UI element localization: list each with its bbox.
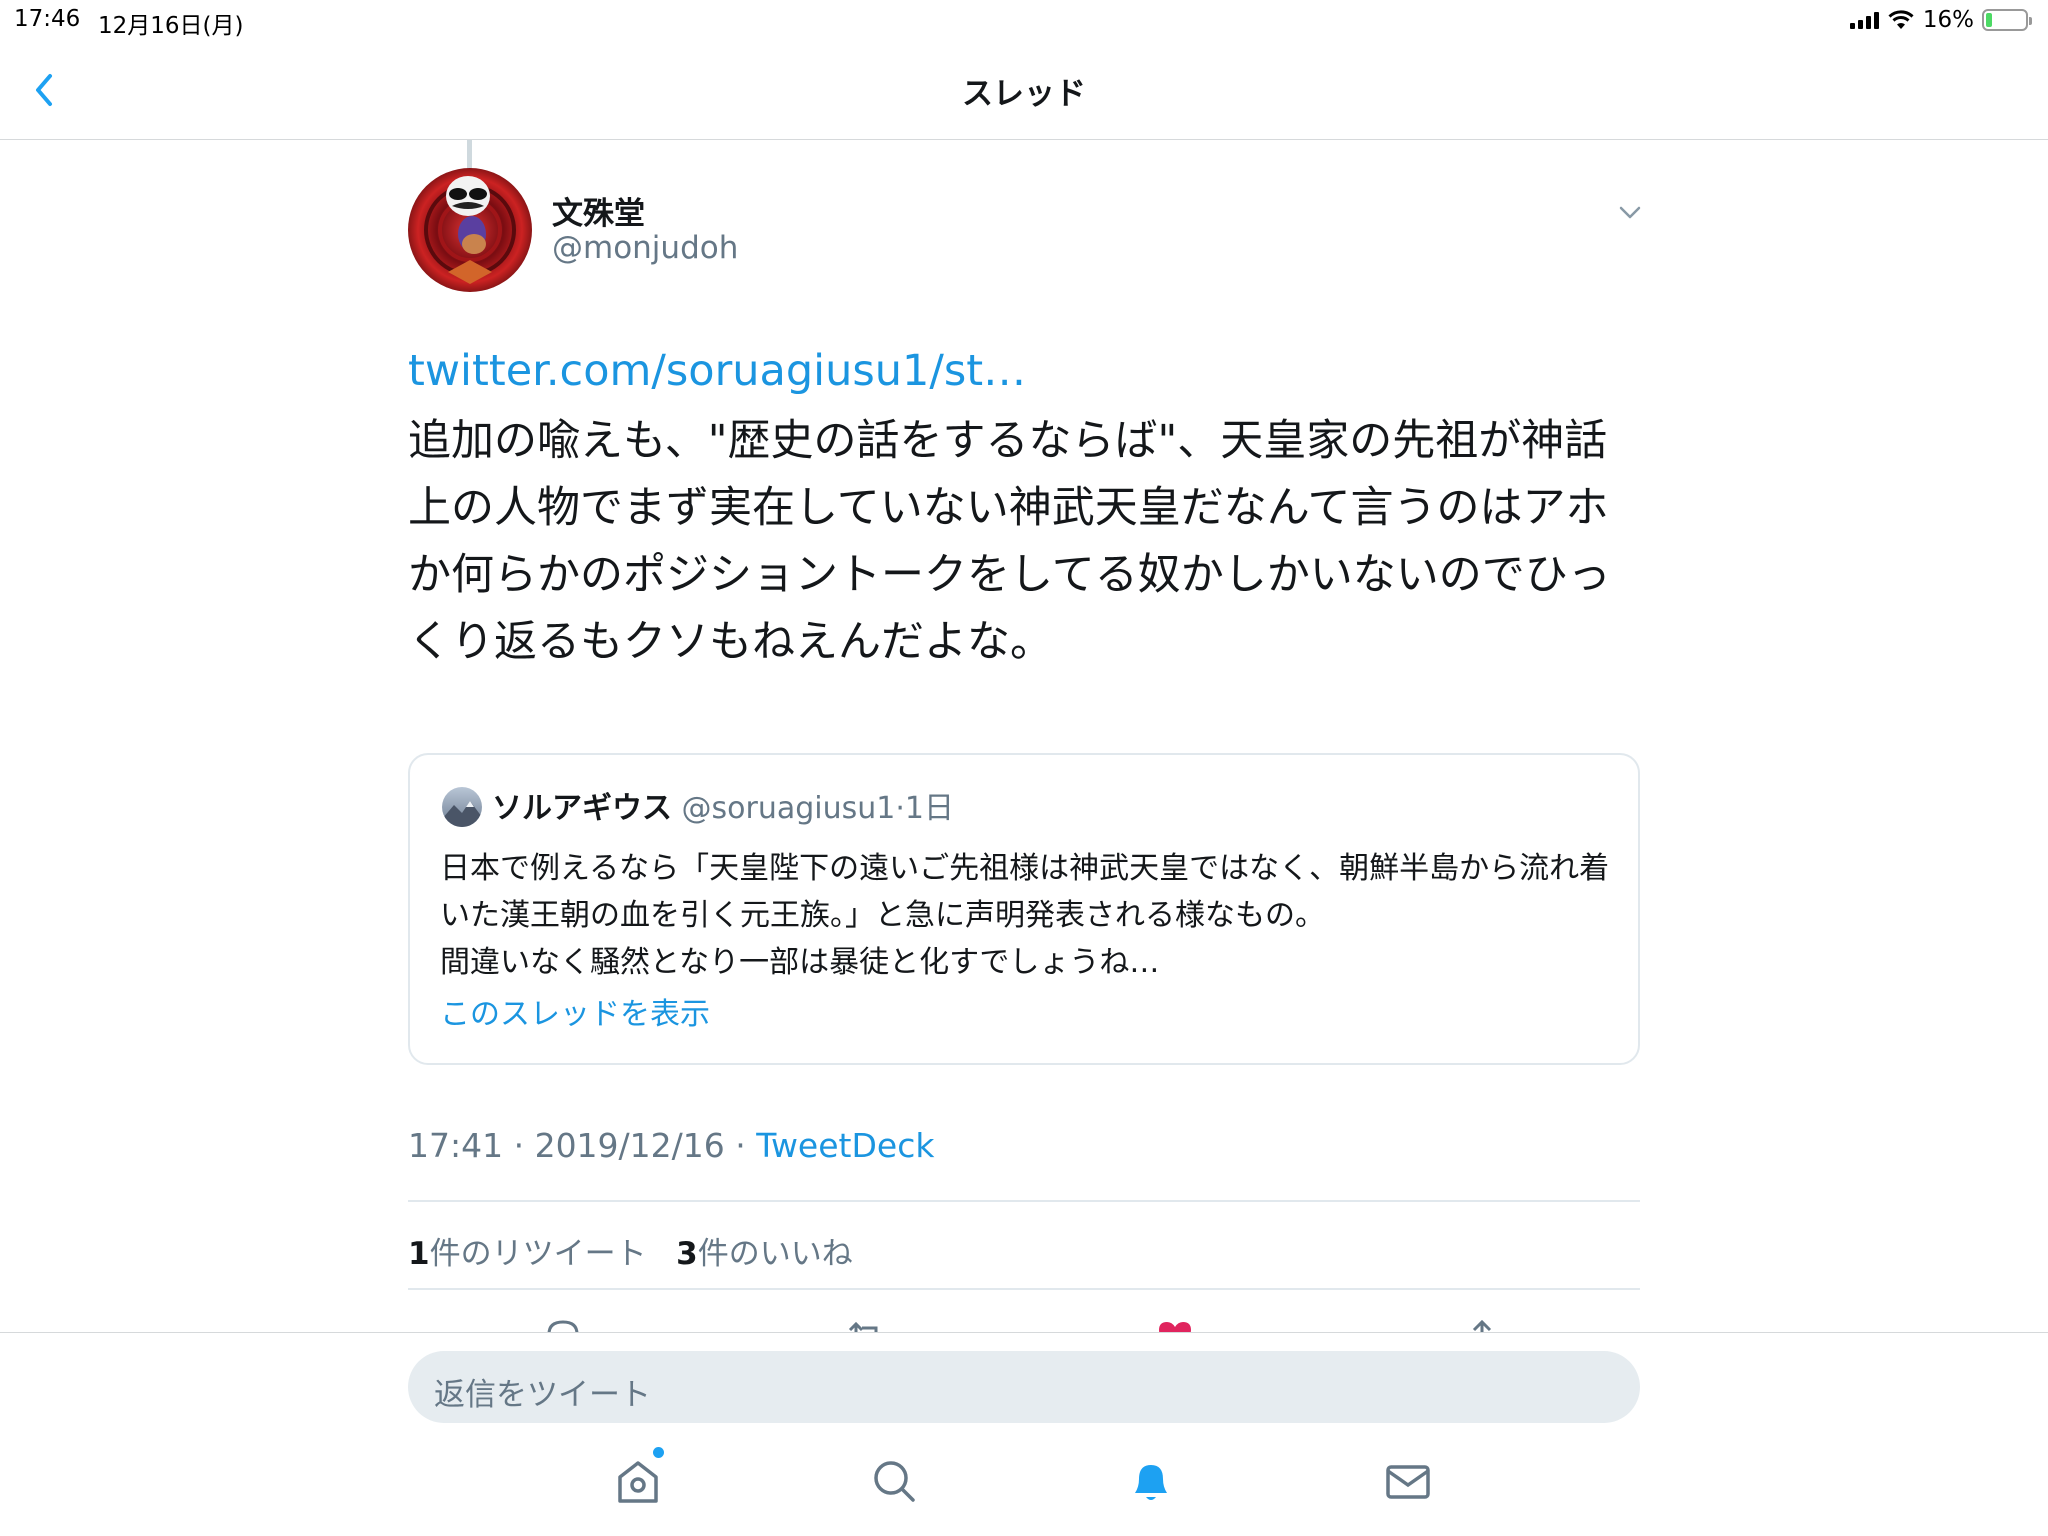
divider [408,1200,1640,1202]
chevron-down-icon [1619,206,1641,219]
battery-icon [1982,9,2032,31]
author-avatar[interactable] [408,168,532,292]
retweet-count: 1 [408,1236,430,1272]
page-title: スレッド [962,76,1086,112]
quoted-tweet[interactable]: ソルアギウス @soruagiusu1·1日 日本で例えるなら「天皇陛下の遠いご… [408,753,1640,1065]
divider [408,1288,1640,1290]
show-thread-link[interactable]: このスレッドを表示 [440,989,710,1033]
bell-icon [1135,1465,1167,1500]
quoted-author-name: ソルアギウス [492,791,672,826]
tab-search[interactable] [866,1453,922,1509]
avatar-image [408,168,532,292]
quoted-author-avatar [442,787,482,827]
quoted-avatar-image [442,787,482,827]
tweet-link[interactable]: twitter.com/soruagiusu1/st… [408,346,1026,396]
quoted-tweet-header: ソルアギウス @soruagiusu1·1日 [492,783,954,827]
tab-notifications[interactable] [1123,1453,1179,1509]
cellular-signal-icon [1849,11,1879,29]
thread-connector [467,140,472,170]
battery-level [1986,13,1993,27]
quoted-tweet-text: 日本で例えるなら「天皇陛下の遠いご先祖様は神武天皇ではなく、朝鮮半島から流れ着い… [440,851,1610,980]
status-bar: 17:46 12月16日(月) 16% [0,0,2048,40]
home-icon [618,1461,658,1503]
tab-messages[interactable] [1380,1453,1436,1509]
client-link[interactable]: TweetDeck [756,1126,934,1165]
new-content-dot [653,1447,664,1458]
bottom-bar: 返信をツイート [0,1332,2048,1536]
tweet-timestamp: 17:41 · 2019/12/16 · TweetDeck [408,1126,934,1165]
reply-input[interactable]: 返信をツイート [408,1351,1640,1423]
reply-placeholder: 返信をツイート [434,1377,651,1413]
author-handle[interactable]: @monjudoh [552,230,738,266]
author-name[interactable]: 文殊堂 [552,188,645,233]
battery-percent: 16% [1922,7,1974,33]
retweet-label: 件のリツイート [429,1236,647,1272]
status-indicators: 16% [1849,6,2032,34]
mail-icon [1386,1465,1430,1499]
status-time: 17:46 [14,6,81,32]
tweet-text: 追加の喩えも、"歴史の話をするならば"、天皇家の先祖が神話上の人物でまず実在して… [408,416,1611,667]
like-stat[interactable]: 3件のいいね [676,1236,853,1272]
tweet-options-button[interactable] [1614,196,1646,228]
timestamp-text: 17:41 · 2019/12/16 · [408,1126,757,1165]
like-count: 3 [676,1236,698,1272]
tweet-stats: 1件のリツイート 3件のいいね [408,1228,853,1273]
tab-home[interactable] [610,1447,666,1509]
tweet-actions [0,1310,2048,1334]
search-icon [874,1461,915,1502]
like-label: 件のいいね [697,1236,853,1272]
retweet-stat[interactable]: 1件のリツイート [408,1236,647,1272]
wifi-icon [1888,10,1914,29]
quoted-author-handle-time: @soruagiusu1·1日 [672,791,954,826]
status-date: 12月16日(月) [98,13,244,39]
nav-bar: スレッド [0,40,2048,140]
